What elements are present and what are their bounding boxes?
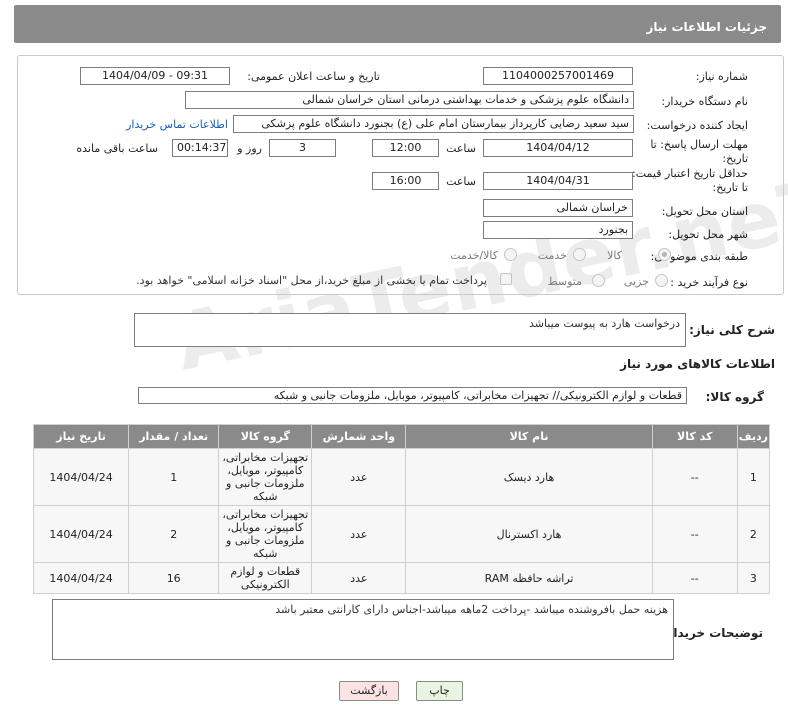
col-unit: واحد شمارش (311, 424, 407, 449)
col-group: گروه کالا (218, 424, 313, 449)
cell-group: تجهیزات مخابراتی، کامپیوتر، موبایل، ملزو… (218, 448, 313, 506)
remaining-time-label: ساعت باقی مانده (76, 142, 158, 155)
page-title: جزئیات اطلاعات نیاز (646, 20, 767, 34)
price-validity-label-line2: تا تاریخ: (712, 181, 748, 194)
cell-qty: 16 (128, 562, 220, 594)
cell-date: 1404/04/24 (32, 448, 130, 506)
deadline-days-label: روز و (237, 142, 262, 155)
price-validity-time-label: ساعت (446, 175, 476, 188)
price-validity-label-line1: حداقل تاریخ اعتبار قیمت: (632, 167, 748, 180)
cell-code: -- (651, 562, 738, 594)
city-label: شهر محل تحویل: (668, 228, 748, 241)
summary-label: شرح کلی نیاز: (689, 323, 775, 337)
category-radio-goods-service[interactable] (504, 248, 517, 261)
items-table: ردیف کد کالا نام کالا واحد شمارش گروه کا… (32, 424, 771, 594)
cell-unit: عدد (311, 448, 407, 506)
remaining-time-field[interactable]: 00:14:37 (172, 139, 228, 157)
price-validity-date-field[interactable]: 1404/04/31 (483, 172, 633, 190)
cell-date: 1404/04/24 (32, 505, 130, 563)
deadline-time-field[interactable]: 12:00 (372, 139, 439, 157)
creator-label: ایجاد کننده درخواست: (646, 119, 748, 132)
cell-qty: 2 (128, 505, 220, 563)
col-qty: تعداد / مقدار (128, 424, 220, 449)
col-date: تاریخ نیاز (32, 424, 130, 449)
buyer-notes-textarea[interactable]: هزینه حمل بافروشنده میباشد -پرداخت 2ماهه… (52, 599, 674, 660)
print-button[interactable]: چاپ (416, 681, 463, 701)
treasury-checkbox[interactable] (500, 273, 512, 285)
goods-info-title: اطلاعات کالاهای مورد نیاز (620, 357, 775, 371)
purchase-radio-minor[interactable] (655, 274, 668, 287)
category-option-goods: کالا (607, 249, 622, 262)
province-label: استان محل تحویل: (661, 205, 748, 218)
buyer-org-field[interactable]: دانشگاه علوم پزشکی و خدمات بهداشتی درمان… (185, 91, 634, 109)
price-validity-time-field[interactable]: 16:00 (372, 172, 439, 190)
cell-unit: عدد (311, 505, 407, 563)
deadline-days-field[interactable]: 3 (269, 139, 336, 157)
table-header-row: ردیف کد کالا نام کالا واحد شمارش گروه کا… (32, 424, 771, 449)
col-code: کد کالا (651, 424, 738, 449)
purchase-radio-medium[interactable] (592, 274, 605, 287)
summary-textarea[interactable]: درخواست هارد به پیوست میباشد (134, 313, 686, 347)
cell-code: -- (651, 448, 738, 506)
cell-code: -- (651, 505, 738, 563)
page-header: جزئیات اطلاعات نیاز (14, 5, 781, 43)
goods-group-label: گروه کالا: (705, 390, 764, 404)
creator-field[interactable]: سید سعید رضایی کارپرداز بیمارستان امام ع… (233, 115, 634, 133)
category-radio-goods[interactable] (658, 248, 671, 261)
table-row[interactable]: 2 -- هارد اکسترنال عدد تجهیزات مخابراتی،… (32, 505, 771, 563)
cell-group: قطعات و لوازم الکترونیکی (218, 562, 313, 594)
col-name: نام کالا (405, 424, 653, 449)
buyer-org-label: نام دستگاه خریدار: (661, 95, 748, 108)
table-row[interactable]: 1 -- هارد دیسک عدد تجهیزات مخابراتی، کام… (32, 448, 771, 506)
buyer-notes-label: توضیحات خریدار: (661, 626, 763, 640)
back-button[interactable]: بازگشت (339, 681, 399, 701)
purchase-option-medium: متوسط (547, 275, 582, 288)
city-field[interactable]: بجنورد (483, 221, 633, 239)
need-number-label: شماره نیاز: (695, 70, 748, 83)
cell-row: 1 (736, 448, 771, 506)
cell-group: تجهیزات مخابراتی، کامپیوتر، موبایل، ملزو… (218, 505, 313, 563)
purchase-option-minor: جزیی (623, 275, 649, 288)
deadline-date-field[interactable]: 1404/04/12 (483, 139, 633, 157)
category-radio-service[interactable] (573, 248, 586, 261)
announce-field[interactable]: 1404/04/09 - 09:31 (80, 67, 230, 85)
cell-qty: 1 (128, 448, 220, 506)
buyer-contact-link[interactable]: اطلاعات تماس خریدار (126, 118, 228, 131)
treasury-note: پرداخت تمام یا بخشی از مبلغ خرید،از محل … (136, 274, 487, 287)
category-option-goods-service: کالا/خدمت (450, 249, 498, 262)
table-row[interactable]: 3 -- تراشه حافظه RAM عدد قطعات و لوازم ا… (32, 562, 771, 594)
cell-date: 1404/04/24 (32, 562, 130, 594)
goods-group-field[interactable]: قطعات و لوازم الکترونیکی// تجهیزات مخابر… (138, 387, 687, 404)
announce-label: تاریخ و ساعت اعلان عمومی: (247, 70, 380, 83)
cell-unit: عدد (311, 562, 407, 594)
cell-name: هارد اکسترنال (405, 505, 653, 563)
cell-name: هارد دیسک (405, 448, 653, 506)
cell-row: 2 (736, 505, 771, 563)
province-field[interactable]: خراسان شمالی (483, 199, 633, 217)
purchase-type-label: نوع فرآیند خرید : (670, 276, 748, 289)
deadline-label-line2: تاریخ: (722, 152, 748, 165)
cell-name: تراشه حافظه RAM (405, 562, 653, 594)
col-row: ردیف (736, 424, 771, 449)
deadline-time-label: ساعت (446, 142, 476, 155)
deadline-label-line1: مهلت ارسال پاسخ: تا (650, 138, 748, 151)
need-number-field[interactable]: 1104000257001469 (483, 67, 633, 85)
category-option-service: خدمت (537, 249, 567, 262)
cell-row: 3 (736, 562, 771, 594)
